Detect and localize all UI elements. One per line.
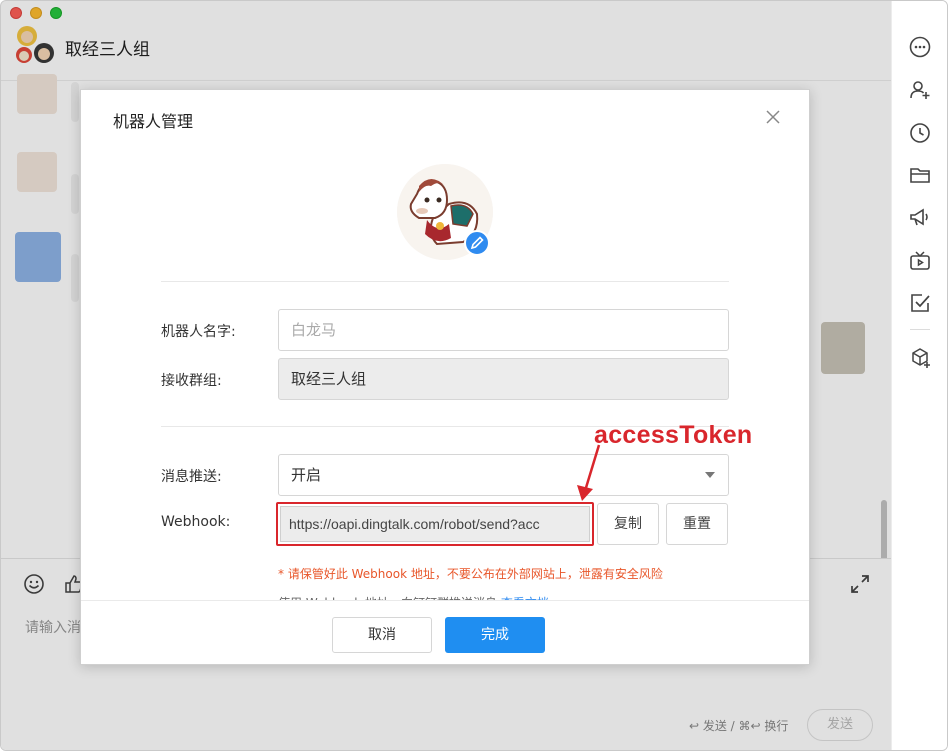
webhook-label: Webhook:	[161, 514, 231, 530]
security-warning: * 请保管好此 Webhook 地址，不要公布在外部网站上，泄露有安全风险	[278, 567, 663, 581]
chevron-down-icon[interactable]	[705, 472, 715, 478]
app-window: 取经三人组 请输入消 ↩ 发送 / ⌘↩ 换行 发送 机器人管理 机器人名字: …	[0, 0, 948, 751]
task-icon[interactable]	[908, 291, 932, 315]
access-token-annotation: accessToken	[594, 421, 753, 449]
cancel-button[interactable]: 取消	[332, 617, 432, 653]
dialog-footer: 取消 完成	[81, 600, 809, 664]
robot-name-label: 机器人名字:	[161, 324, 236, 340]
done-button[interactable]: 完成	[445, 617, 545, 653]
robot-name-input[interactable]: 白龙马	[278, 309, 729, 351]
webhook-highlight: https://oapi.dingtalk.com/robot/send?acc	[276, 502, 594, 546]
close-icon[interactable]	[764, 108, 782, 126]
edit-avatar-button[interactable]	[464, 230, 490, 256]
annotation-arrow-icon	[577, 444, 601, 501]
folder-icon[interactable]	[908, 163, 932, 187]
toolbar-divider	[910, 329, 930, 330]
message-push-select[interactable]: 开启	[278, 454, 729, 496]
more-icon[interactable]	[908, 35, 932, 59]
app-add-icon[interactable]	[908, 346, 932, 370]
dialog-title: 机器人管理	[113, 112, 194, 131]
history-icon[interactable]	[908, 121, 932, 145]
add-member-icon[interactable]	[908, 78, 932, 102]
receive-group-field: 取经三人组	[278, 358, 729, 400]
receive-group-label: 接收群组:	[161, 373, 222, 389]
right-toolbar	[891, 1, 947, 750]
live-icon[interactable]	[908, 249, 932, 273]
webhook-url-field[interactable]: https://oapi.dingtalk.com/robot/send?acc	[280, 506, 590, 542]
section-divider	[161, 281, 729, 282]
message-push-label: 消息推送:	[161, 469, 222, 485]
reset-button[interactable]: 重置	[666, 503, 728, 545]
robot-management-dialog: 机器人管理 机器人名字: 白龙马 接收群组: 取经三人组 消息推送: 开启 We…	[80, 89, 810, 665]
announcement-icon[interactable]	[908, 205, 932, 229]
